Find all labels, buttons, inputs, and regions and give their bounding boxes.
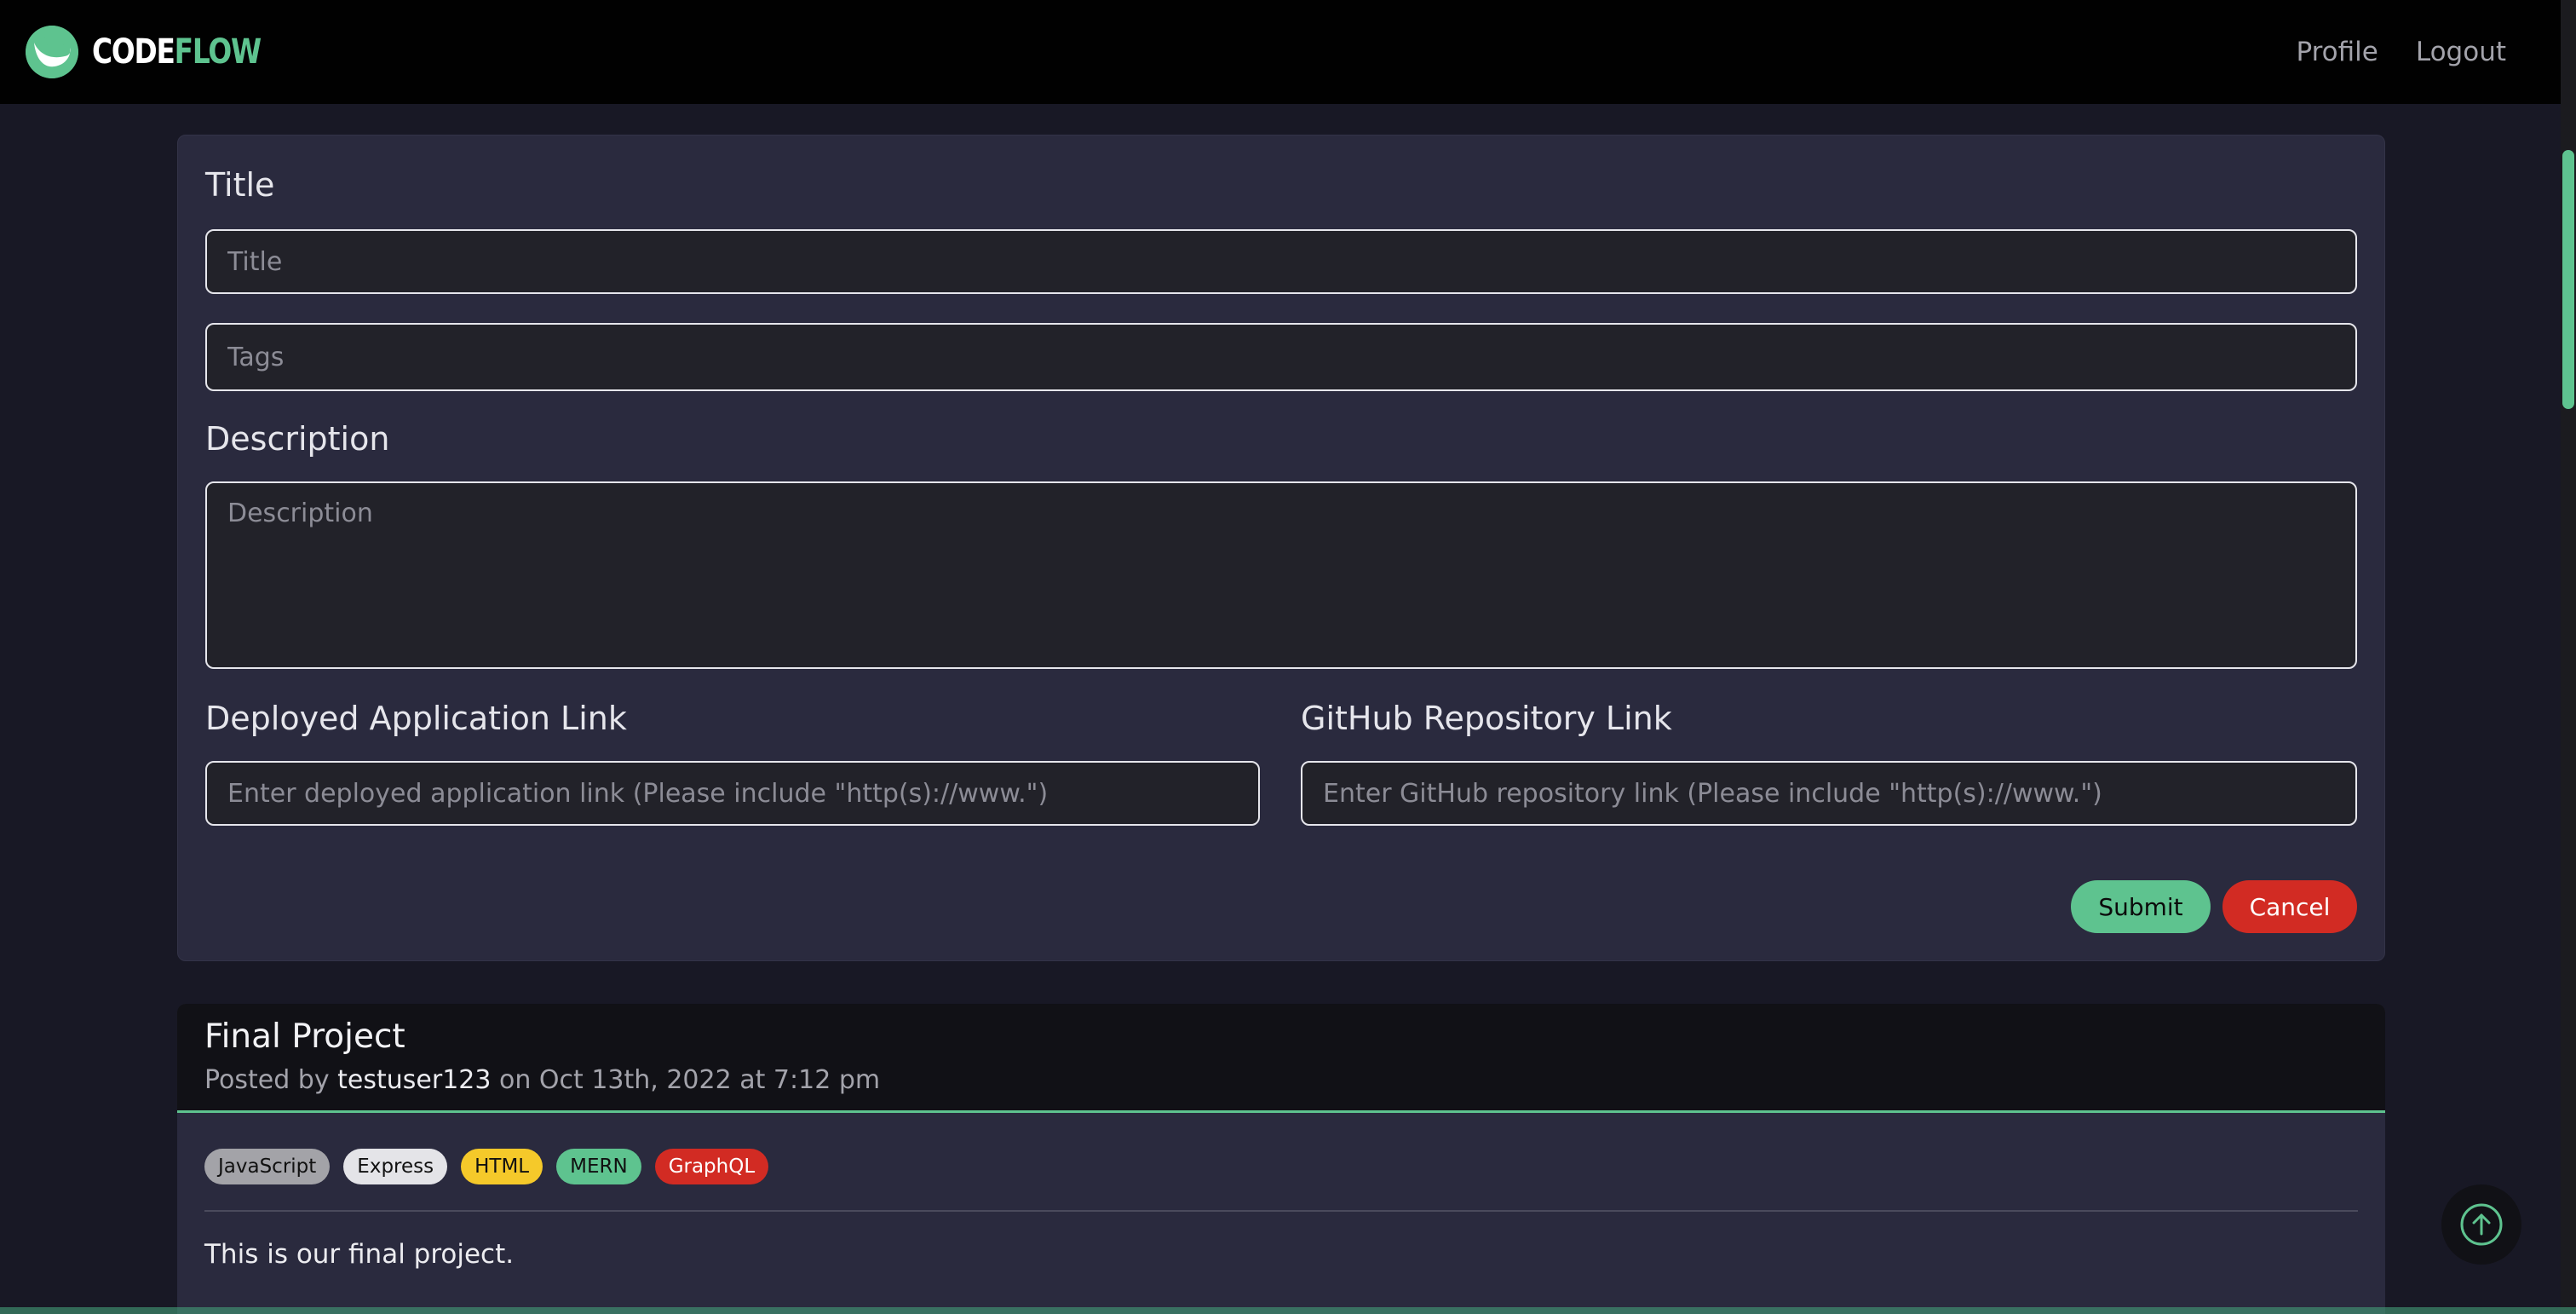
submit-button[interactable]: Submit — [2071, 880, 2211, 933]
posted-by-prefix: Posted by — [204, 1065, 330, 1095]
brand-name-flow: FLOW — [174, 32, 262, 72]
title-label: Title — [205, 166, 275, 204]
post-author-link[interactable]: testuser123 — [337, 1065, 491, 1095]
tag-badge[interactable]: GraphQL — [654, 1149, 769, 1184]
post-date: on Oct 13th, 2022 at 7:12 pm — [499, 1065, 881, 1095]
description-textarea[interactable] — [205, 481, 2357, 669]
github-link-label: GitHub Repository Link — [1301, 700, 1672, 737]
post-header: Final Project Posted by testuser123 on O… — [177, 1004, 2385, 1113]
brand-link[interactable]: CODEFLOW — [26, 26, 297, 78]
window-bottom-edge — [0, 1307, 2576, 1314]
post-body: This is our final project. — [204, 1239, 515, 1270]
tag-badge[interactable]: HTML — [461, 1149, 543, 1184]
post-tags: JavaScript Express HTML MERN GraphQL — [204, 1149, 769, 1184]
cancel-button[interactable]: Cancel — [2222, 880, 2357, 933]
arrow-up-circle-icon — [2460, 1203, 2503, 1246]
nav-links: Profile Logout — [2296, 37, 2506, 67]
description-label: Description — [205, 420, 390, 458]
post-title[interactable]: Final Project — [204, 1017, 405, 1056]
logout-link[interactable]: Logout — [2416, 37, 2506, 67]
new-project-form: Title Description Deployed Application L… — [177, 135, 2385, 961]
title-input[interactable] — [205, 229, 2357, 294]
deployed-link-input[interactable] — [205, 761, 1260, 826]
profile-link[interactable]: Profile — [2296, 37, 2378, 67]
post-meta: Posted by testuser123 on Oct 13th, 2022 … — [204, 1065, 880, 1095]
brand-name: CODEFLOW — [92, 32, 262, 72]
deployed-link-label: Deployed Application Link — [205, 700, 627, 737]
project-post-card: Final Project Posted by testuser123 on O… — [177, 1004, 2385, 1314]
back-to-top-button[interactable] — [2441, 1184, 2521, 1265]
brand-name-code: CODE — [92, 32, 175, 72]
scrollbar-thumb[interactable] — [2562, 150, 2574, 409]
github-link-input[interactable] — [1301, 761, 2357, 826]
codeflow-logo-icon — [26, 26, 78, 78]
tag-badge[interactable]: Express — [343, 1149, 448, 1184]
tag-badge[interactable]: MERN — [556, 1149, 641, 1184]
post-divider — [204, 1210, 2358, 1212]
tag-badge[interactable]: JavaScript — [204, 1149, 331, 1184]
top-navbar: CODEFLOW Profile Logout — [0, 0, 2561, 104]
tags-input[interactable] — [205, 323, 2357, 391]
